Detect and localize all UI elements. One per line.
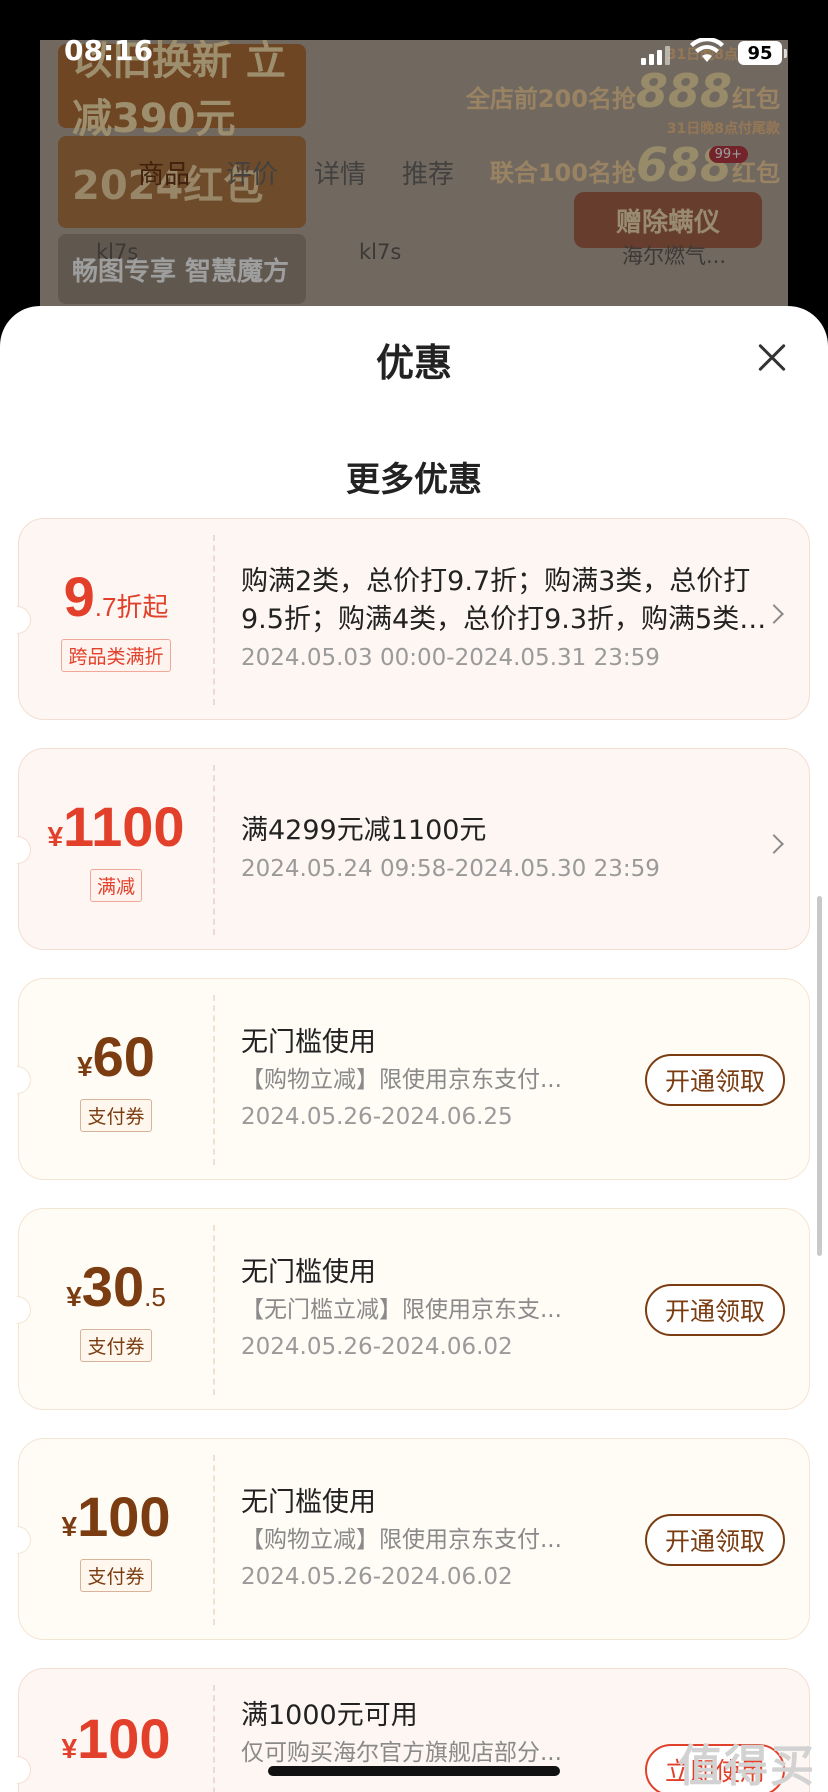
offer-amount-area: ¥1100 满减 (19, 749, 213, 951)
card-divider (213, 535, 215, 705)
offer-amount-area: ¥100 (19, 1669, 213, 1792)
offer-amount-suffix: .7折起 (94, 591, 169, 622)
offer-amount: 9.7折起 (64, 568, 169, 625)
offer-amount-main: 30 (81, 1254, 145, 1318)
offer-description: 【无门槛立减】限使用京东支... (241, 1297, 562, 1323)
offer-amount-main: 1100 (63, 794, 185, 858)
offer-amount-area: 9.7折起 跨品类满折 (19, 519, 213, 721)
battery-tip (784, 49, 787, 58)
offer-card-cross-category[interactable]: 9.7折起 跨品类满折 购满2类，总价打9.7折；购满3类，总价打9.5折；购满… (17, 518, 810, 721)
scrollbar[interactable] (817, 896, 822, 1256)
currency-symbol: ¥ (47, 820, 64, 852)
offer-tag: 跨品类满折 (61, 638, 171, 672)
offer-amount: ¥30.5 (66, 1258, 166, 1315)
offer-amount-suffix: .5 (144, 1281, 166, 1312)
battery-icon: 95 (738, 41, 782, 65)
offer-amount: ¥1100 (47, 798, 184, 855)
offer-description: 购满2类，总价打9.7折；购满3类，总价打9.5折；购满4类，总价打9.3折，购… (241, 566, 767, 635)
activate-claim-button[interactable]: 开通领取 (645, 1284, 785, 1336)
watermark-logo: 值得买 (678, 1741, 816, 1792)
home-indicator[interactable] (268, 1766, 560, 1776)
offer-info: 满4299元减1100元 2024.05.24 09:58-2024.05.30… (241, 749, 761, 951)
wifi-icon (690, 38, 724, 62)
currency-symbol: ¥ (61, 1510, 78, 1542)
offer-amount: ¥100 (61, 1711, 170, 1767)
sheet-title: 优惠 (375, 341, 452, 385)
status-bar: 08:16 95 (0, 0, 828, 67)
offer-amount-area: ¥60 支付券 (19, 979, 213, 1181)
offer-card-pay-coupon-100[interactable]: ¥100 支付券 无门槛使用 【购物立减】限使用京东支付... 2024.05.… (17, 1438, 810, 1641)
offer-date: 2024.05.24 09:58-2024.05.30 23:59 (241, 856, 660, 882)
offer-card-pay-coupon-60[interactable]: ¥60 支付券 无门槛使用 【购物立减】限使用京东支付... 2024.05.2… (17, 978, 810, 1181)
offer-amount-area: ¥100 支付券 (19, 1439, 213, 1641)
offer-description: 【购物立减】限使用京东支付... (241, 1067, 562, 1093)
card-divider (213, 1685, 215, 1792)
offer-amount: ¥100 (61, 1488, 170, 1545)
offer-card-pay-coupon-30-5[interactable]: ¥30.5 支付券 无门槛使用 【无门槛立减】限使用京东支... 2024.05… (17, 1208, 810, 1411)
offer-amount-main: 100 (77, 1484, 171, 1548)
offer-description: 满4299元减1100元 (241, 815, 487, 846)
offer-tag: 支付券 (80, 1328, 152, 1362)
signal-icon (641, 46, 670, 65)
offer-amount: ¥60 (77, 1028, 155, 1085)
card-divider (213, 995, 215, 1165)
offer-amount-main: 100 (77, 1707, 171, 1770)
currency-symbol: ¥ (61, 1733, 78, 1764)
activate-claim-button[interactable]: 开通领取 (645, 1514, 785, 1566)
currency-symbol: ¥ (66, 1280, 82, 1312)
close-icon[interactable] (752, 338, 792, 378)
card-divider (213, 1225, 215, 1395)
offer-amount-area: ¥30.5 支付券 (19, 1209, 213, 1411)
offer-amount-main: 60 (92, 1024, 155, 1088)
card-divider (213, 1455, 215, 1625)
offer-tag: 支付券 (80, 1098, 152, 1132)
offers-sheet: 优惠 更多优惠 9.7折起 跨品类满折 购满2类，总价打9.7折；购满3类，总价… (0, 306, 828, 1792)
card-divider (213, 765, 215, 935)
offer-amount-main: 9 (63, 564, 95, 628)
offer-info: 购满2类，总价打9.7折；购满3类，总价打9.5折；购满4类，总价打9.3折，购… (241, 519, 766, 721)
offer-card-full-reduction[interactable]: ¥1100 满减 满4299元减1100元 2024.05.24 09:58-2… (17, 748, 810, 951)
offer-tag: 满减 (89, 868, 142, 902)
watermark: 值得买 zhidemai (672, 1730, 822, 1792)
offer-date: 2024.05.03 00:00-2024.05.31 23:59 (241, 645, 660, 671)
activate-claim-button[interactable]: 开通领取 (645, 1054, 785, 1106)
chevron-right-icon[interactable] (764, 834, 784, 854)
offer-tag: 支付券 (80, 1558, 152, 1592)
offer-description: 【购物立减】限使用京东支付... (241, 1527, 562, 1553)
currency-symbol: ¥ (77, 1050, 93, 1082)
section-title: 更多优惠 (346, 460, 482, 500)
status-time: 08:16 (64, 34, 154, 67)
